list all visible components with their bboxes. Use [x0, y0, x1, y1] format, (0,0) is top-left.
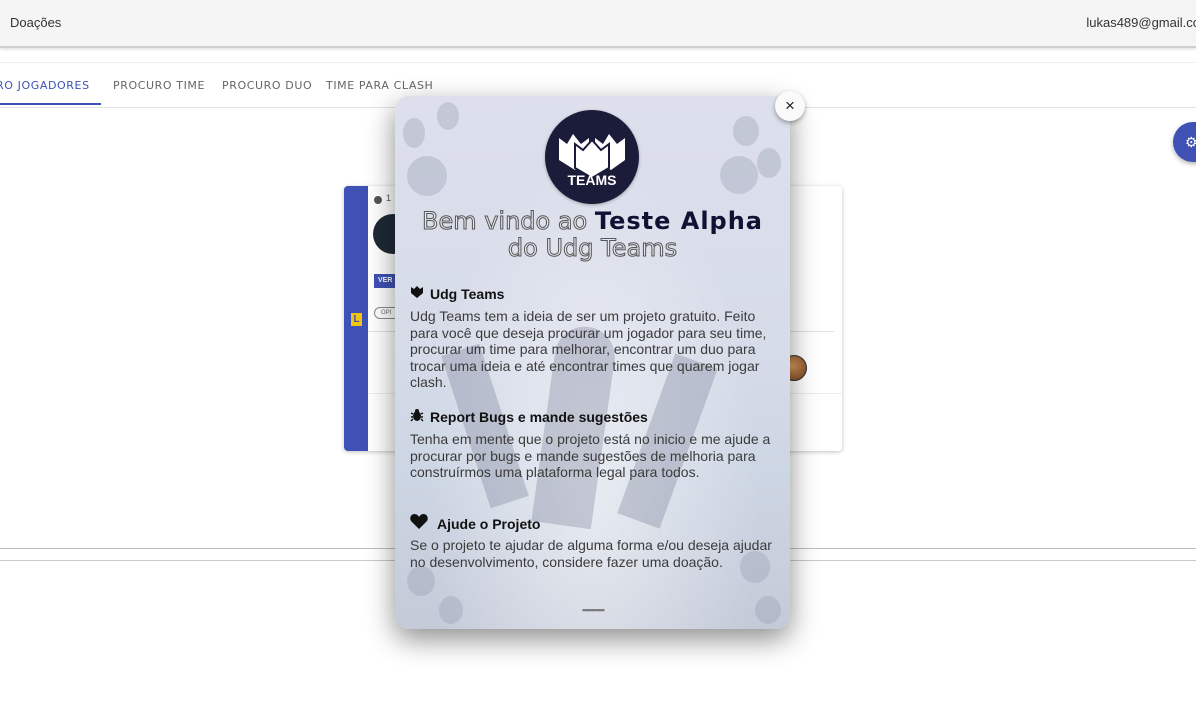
active-tab-indicator — [0, 103, 101, 105]
section-title-text: Udg Teams — [430, 286, 505, 302]
paw-decoration — [757, 148, 781, 178]
bug-icon — [410, 408, 430, 425]
paw-decoration — [403, 118, 425, 148]
card-stripe: L — [344, 186, 368, 451]
section-title-text: Ajude o Projeto — [437, 516, 541, 532]
shield-icon — [410, 285, 430, 302]
title-welcome: Bem vindo ao — [421, 207, 588, 235]
heart-icon — [410, 514, 437, 532]
tab-time-para-clash[interactable]: TIME PARA CLASH — [326, 79, 433, 92]
section-title-report-bugs: Report Bugs e mande sugestões — [410, 408, 648, 425]
section-title-udg-teams: Udg Teams — [410, 285, 504, 302]
paw-decoration — [720, 156, 758, 194]
paw-decoration — [437, 102, 459, 130]
title-app-name: do Udg Teams — [507, 234, 678, 262]
paw-decoration — [733, 116, 759, 146]
paw-decoration — [755, 596, 781, 624]
drag-handle[interactable]: ▪▪▪▪▪▪▪▪▪▪ — [568, 604, 618, 616]
paw-decoration — [439, 596, 463, 624]
section-title-ajude: Ajude o Projeto — [410, 514, 540, 532]
gear-icon: ⚙ — [1185, 134, 1196, 150]
section-text-report-bugs: Tenha em mente que o projeto está no ini… — [410, 431, 771, 480]
close-button[interactable]: × — [775, 91, 805, 121]
league-of-legends-icon: L — [351, 313, 362, 326]
tab-procuro-time[interactable]: PROCURO TIME — [113, 79, 205, 92]
udg-teams-logo: TEAMS — [545, 110, 639, 204]
top-app-bar: Doações lukas489@gmail.co — [0, 0, 1196, 48]
tab-procuro-duo[interactable]: PROCURO DUO — [222, 79, 312, 92]
paw-decoration — [407, 156, 447, 196]
title-alpha: Teste Alpha — [594, 207, 764, 235]
modal-title: Bem vindo ao Teste Alpha do Udg Teams — [395, 207, 790, 262]
paw-decoration — [407, 566, 435, 596]
settings-fab[interactable]: ⚙ — [1173, 122, 1196, 162]
section-text-ajude: Se o projeto te ajudar de alguma forma e… — [410, 537, 772, 570]
donations-link[interactable]: Doações — [10, 15, 61, 30]
tab-procuro-jogadores[interactable]: RO JOGADORES — [0, 79, 90, 92]
logo-text: TEAMS — [567, 172, 617, 188]
card-time: 1 — [386, 193, 392, 203]
section-title-text: Report Bugs e mande sugestões — [430, 409, 648, 425]
welcome-modal: TEAMS Bem vindo ao Teste Alpha do Udg Te… — [395, 96, 790, 629]
close-icon: × — [785, 96, 795, 115]
section-text-udg-teams: Udg Teams tem a ideia de ser um projeto … — [410, 308, 767, 390]
clock-icon — [374, 196, 382, 204]
user-email[interactable]: lukas489@gmail.co — [1086, 15, 1196, 30]
